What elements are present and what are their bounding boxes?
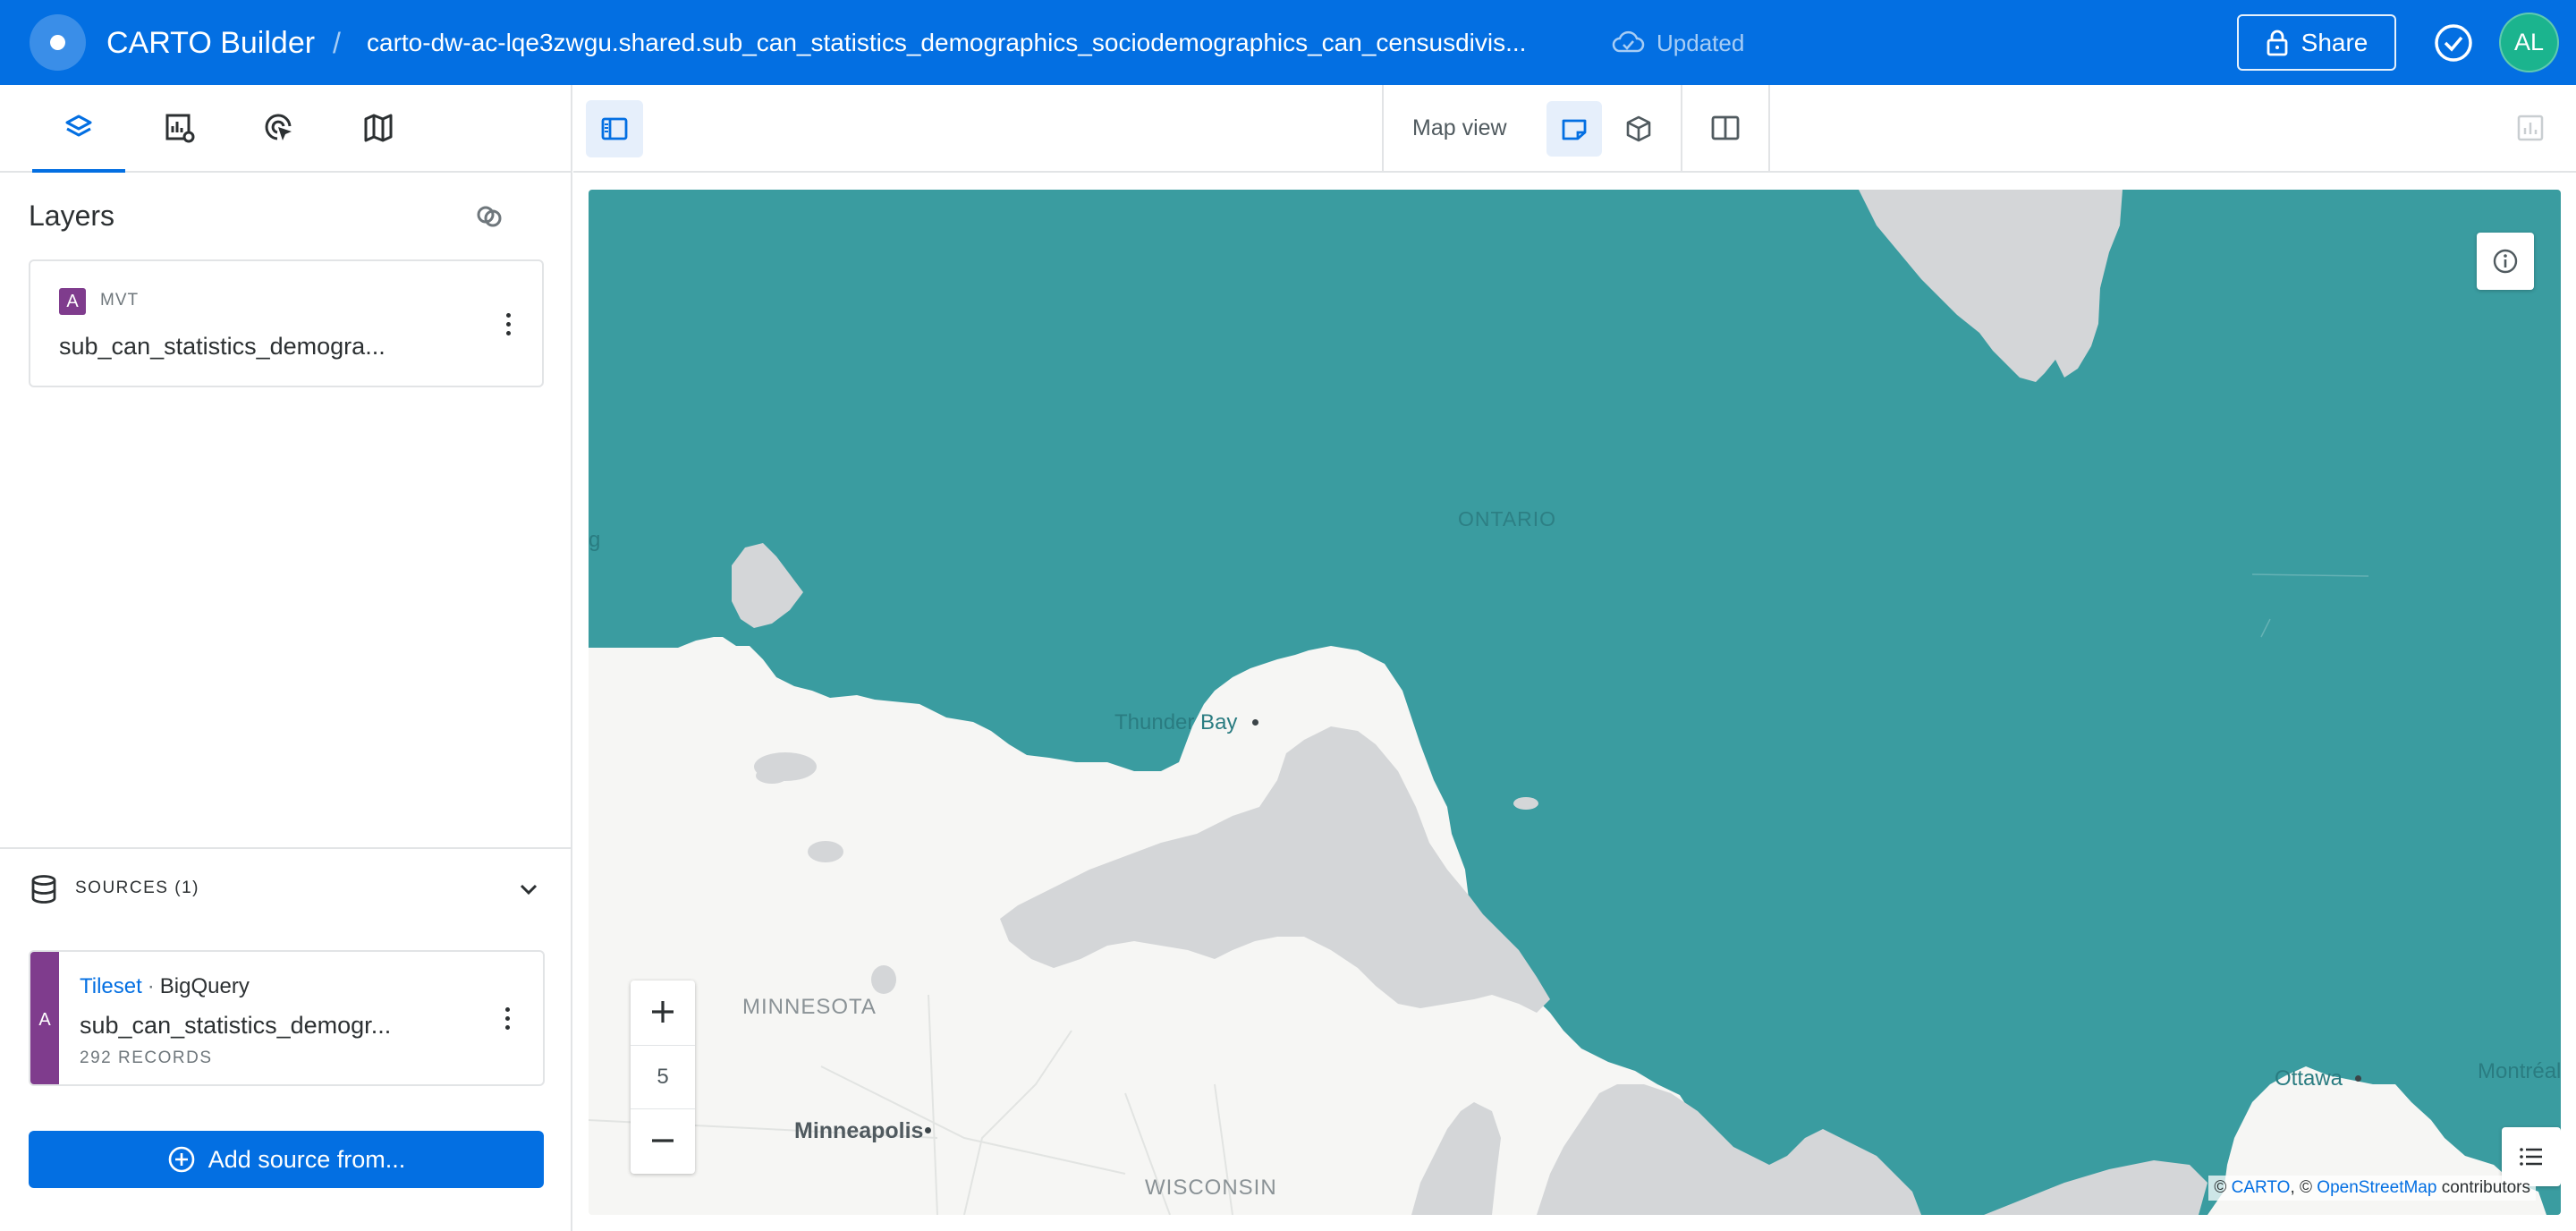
city-dot-ottawa bbox=[2355, 1075, 2361, 1082]
map-canvas[interactable]: ONTARIO Thunder Bay g MINNESOTA WISCONSI… bbox=[589, 190, 2561, 1215]
cloud-icon bbox=[1612, 30, 1645, 53]
check-circle-icon[interactable] bbox=[2434, 23, 2473, 63]
minus-icon bbox=[652, 1139, 674, 1142]
source-more-options-icon[interactable] bbox=[494, 1000, 521, 1036]
map-label-edge-city: g bbox=[589, 528, 601, 552]
tab-interactions[interactable] bbox=[229, 85, 329, 171]
widgets-settings-icon bbox=[165, 114, 195, 143]
map-label-wisconsin: WISCONSIN bbox=[1145, 1176, 1277, 1200]
split-view-icon bbox=[1711, 115, 1740, 140]
share-button[interactable]: Share bbox=[2237, 14, 2396, 71]
zoom-out-button[interactable] bbox=[631, 1109, 695, 1172]
add-circle-icon bbox=[168, 1146, 195, 1173]
sidebar-panel-icon bbox=[601, 117, 628, 140]
sources-label: SOURCES (1) bbox=[75, 879, 199, 897]
source-provider: BigQuery bbox=[159, 974, 250, 998]
split-view-button[interactable] bbox=[1682, 85, 1770, 171]
source-kind: Tileset · BigQuery bbox=[80, 974, 250, 998]
app-name: CARTO Builder bbox=[106, 26, 316, 60]
carto-attribution-link[interactable]: CARTO bbox=[2232, 1178, 2291, 1197]
source-badge: A bbox=[30, 952, 59, 1084]
tab-layers[interactable] bbox=[29, 85, 129, 173]
city-dot-minneapolis bbox=[925, 1127, 931, 1133]
interactions-icon bbox=[265, 114, 292, 140]
layer-type: MVT bbox=[100, 291, 140, 310]
layer-card[interactable]: A MVT sub_can_statistics_demogra... bbox=[29, 259, 544, 387]
map-info-button[interactable] bbox=[2477, 233, 2534, 290]
database-icon bbox=[31, 875, 56, 904]
layer-more-options-icon[interactable] bbox=[495, 306, 521, 342]
layer-name: sub_can_statistics_demogra... bbox=[59, 333, 386, 360]
osm-attribution-link[interactable]: OpenStreetMap bbox=[2317, 1178, 2436, 1197]
map-label-thunder-bay: Thunder Bay bbox=[1114, 710, 1238, 734]
widgets-chart-icon[interactable] bbox=[2516, 114, 2545, 142]
legend-list-icon bbox=[2520, 1148, 2542, 1166]
map-label-ottawa: Ottawa bbox=[2275, 1066, 2343, 1091]
link-icon[interactable] bbox=[474, 201, 504, 232]
add-source-label: Add source from... bbox=[208, 1145, 406, 1173]
map-label-montreal: Montréal bbox=[2478, 1059, 2561, 1083]
top-bar: CARTO Builder / carto-dw-ac-lqe3zwgu.sha… bbox=[0, 0, 2576, 85]
map-view-label: Map view bbox=[1412, 115, 1507, 140]
map-toolbar: Map view bbox=[573, 85, 2576, 173]
toggle-panel-button[interactable] bbox=[586, 100, 643, 157]
3d-view-button[interactable] bbox=[1611, 101, 1666, 157]
zoom-in-button[interactable] bbox=[631, 981, 695, 1043]
layers-icon bbox=[65, 115, 92, 137]
tab-widgets[interactable] bbox=[130, 85, 230, 171]
source-records: 292 RECORDS bbox=[80, 1048, 213, 1067]
info-icon bbox=[2493, 249, 2518, 274]
map-label-minneapolis: Minneapolis bbox=[794, 1118, 924, 1143]
3d-view-icon bbox=[1626, 115, 1651, 142]
map-attribution: © CARTO, © OpenStreetMap contributors bbox=[2208, 1176, 2536, 1201]
source-card[interactable]: A Tileset · BigQuery sub_can_statistics_de… bbox=[29, 950, 545, 1086]
lock-icon bbox=[2267, 30, 2288, 55]
sources-header[interactable]: SOURCES (1) bbox=[0, 847, 571, 928]
layer-badge: A bbox=[59, 288, 86, 315]
panel-tabs bbox=[0, 85, 572, 173]
map-view-group: Map view bbox=[1382, 85, 1682, 171]
map-basemap bbox=[589, 190, 2561, 1215]
source-name: sub_can_statistics_demogr... bbox=[80, 1012, 392, 1039]
map-label-ontario: ONTARIO bbox=[1458, 507, 1557, 531]
chevron-down-icon[interactable] bbox=[515, 876, 542, 903]
plus-icon bbox=[652, 1001, 674, 1023]
save-status: Updated bbox=[1657, 30, 1745, 56]
share-label: Share bbox=[2301, 28, 2368, 56]
map-label-minnesota: MINNESOTA bbox=[742, 995, 877, 1019]
basemap-icon bbox=[364, 114, 393, 142]
add-source-button[interactable]: Add source from... bbox=[29, 1131, 544, 1188]
2d-view-button[interactable] bbox=[1546, 101, 1602, 157]
map-title[interactable]: carto-dw-ac-lqe3zwgu.shared.sub_can_stat… bbox=[367, 27, 1526, 59]
tab-basemaps[interactable] bbox=[328, 85, 428, 171]
breadcrumb-separator: / bbox=[333, 27, 341, 59]
city-dot-thunder-bay bbox=[1252, 719, 1258, 726]
zoom-level: 5 bbox=[631, 1045, 695, 1109]
2d-view-icon bbox=[1562, 119, 1587, 140]
source-type[interactable]: Tileset bbox=[80, 974, 142, 998]
carto-logo-icon[interactable] bbox=[30, 14, 86, 71]
layers-title: Layers bbox=[29, 200, 115, 232]
left-panel: Layers A MVT sub_can_statistics_demogra.… bbox=[0, 85, 572, 1231]
zoom-control: 5 bbox=[631, 981, 695, 1174]
avatar[interactable]: AL bbox=[2499, 13, 2559, 72]
